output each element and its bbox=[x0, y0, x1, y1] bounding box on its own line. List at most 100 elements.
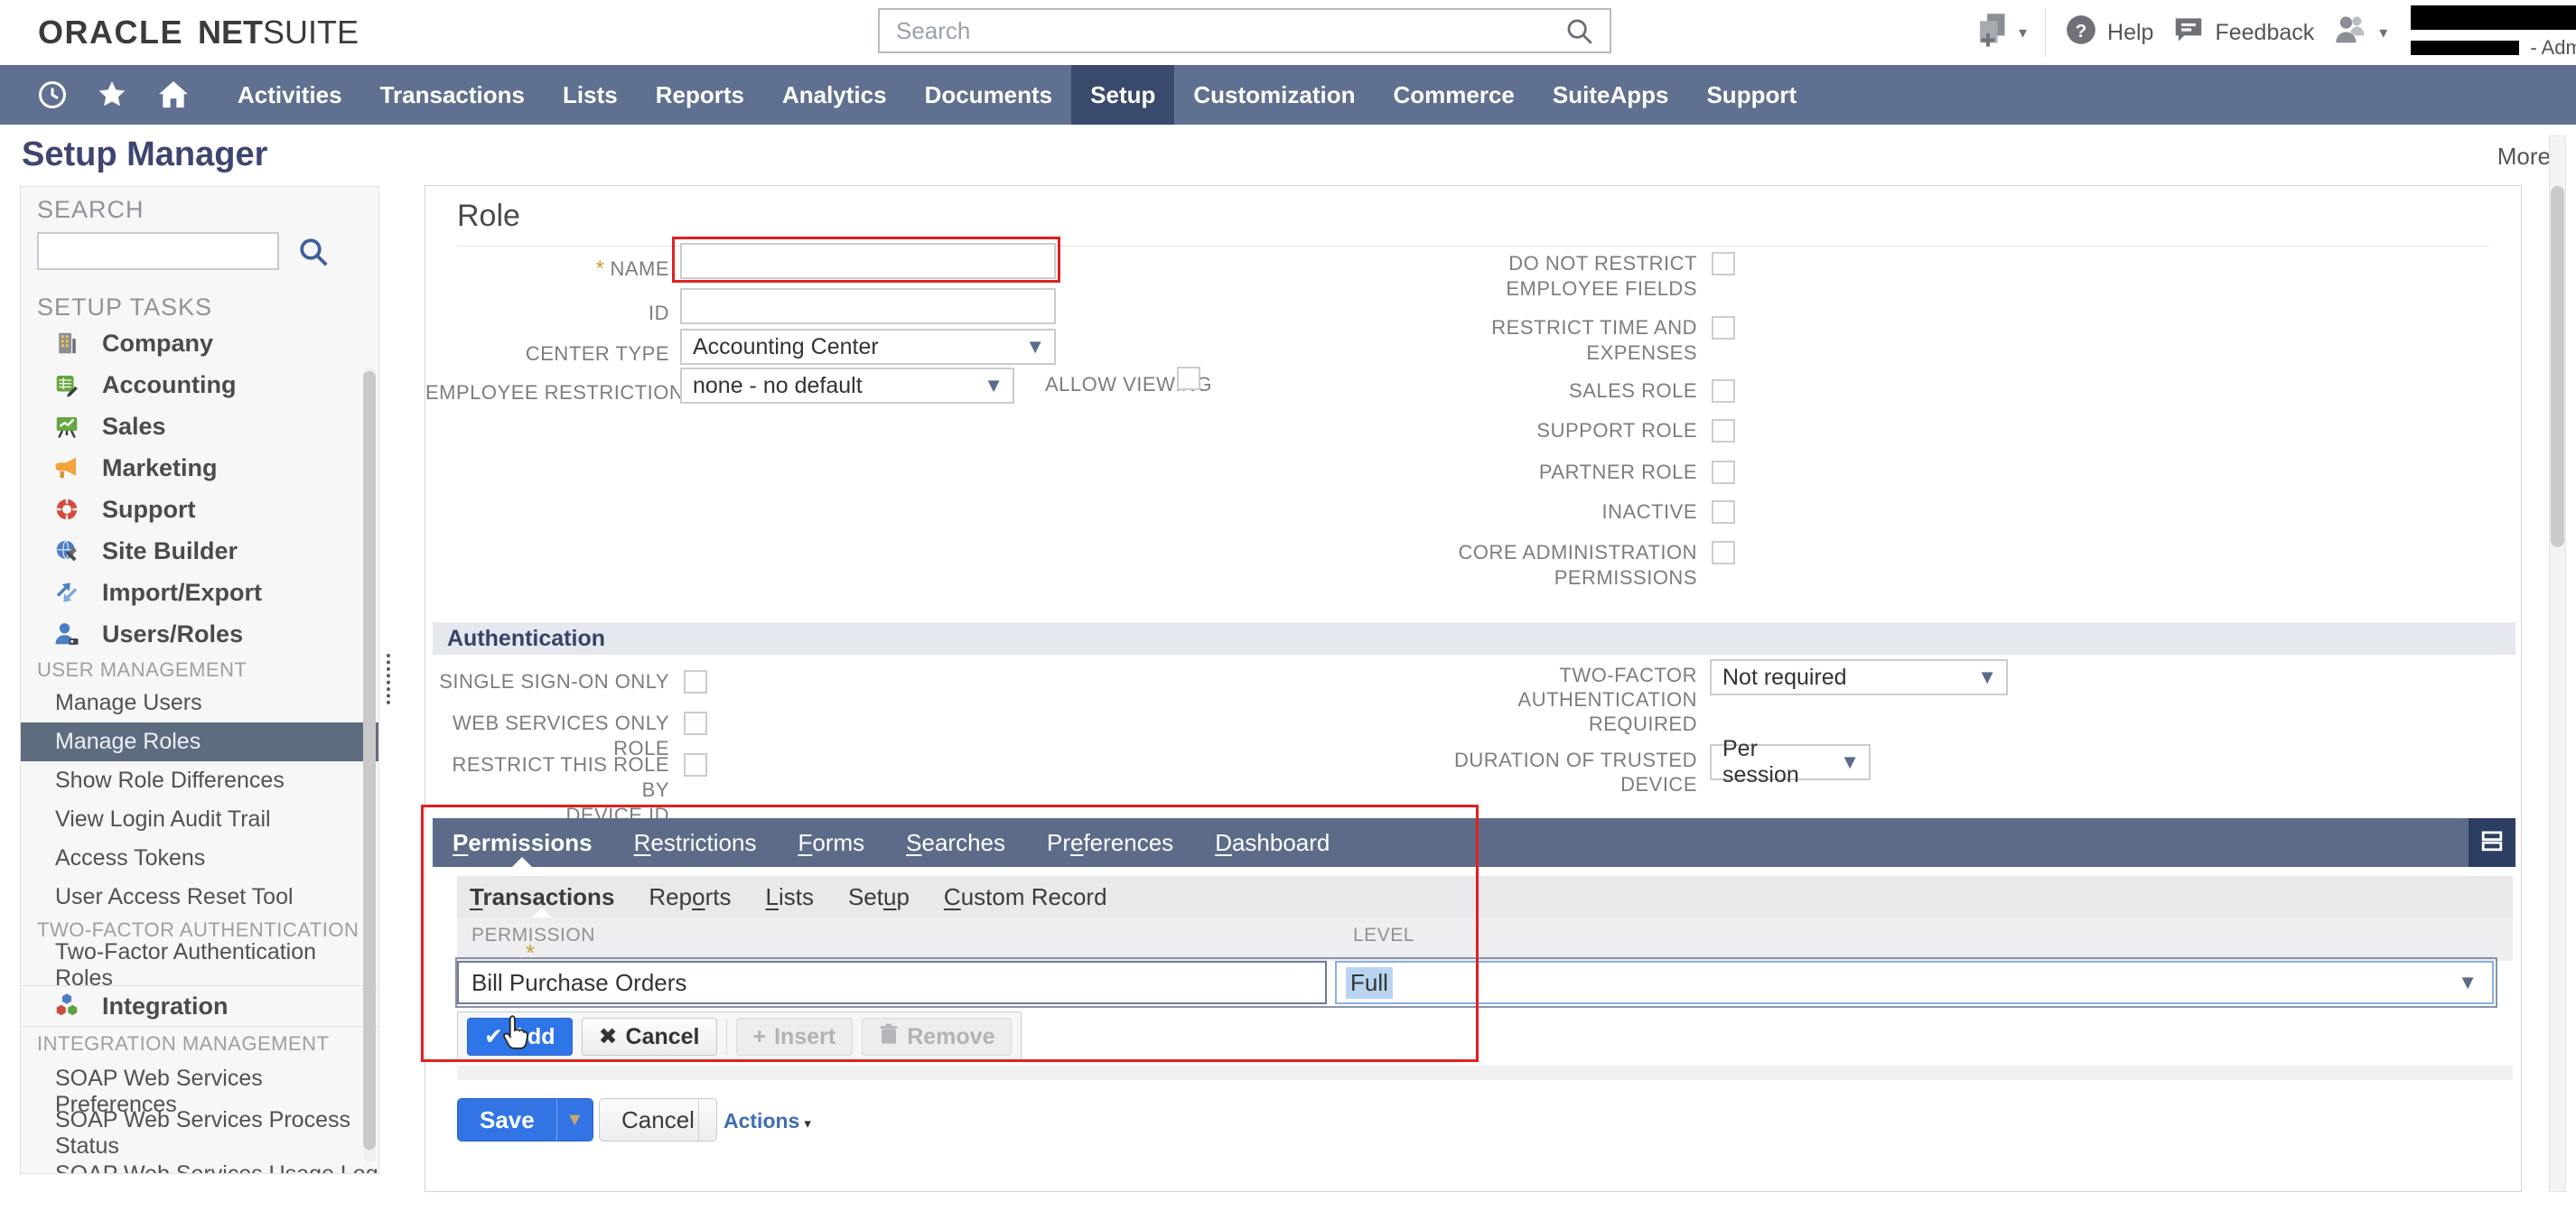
support-icon bbox=[53, 496, 80, 523]
sidebar-item-marketing[interactable]: Marketing bbox=[21, 447, 378, 489]
nav-support[interactable]: Support bbox=[1687, 65, 1815, 125]
nav-transactions[interactable]: Transactions bbox=[361, 65, 544, 125]
more-link[interactable]: More bbox=[2497, 143, 2551, 171]
create-new-menu[interactable]: ▾ bbox=[1974, 11, 2027, 55]
home-icon[interactable] bbox=[155, 77, 191, 113]
sidebar-item-sales[interactable]: Sales bbox=[21, 405, 378, 447]
sidebar-item-soap-preferences[interactable]: SOAP Web Services Preferences bbox=[21, 1072, 378, 1111]
recent-records-icon[interactable] bbox=[36, 79, 69, 111]
sidebar-item-user-access-reset-tool[interactable]: User Access Reset Tool bbox=[21, 878, 378, 917]
redacted-user-name bbox=[2411, 41, 2519, 55]
sidebar-search-icon[interactable] bbox=[297, 236, 330, 273]
integration-management-heading: INTEGRATION MANAGEMENT bbox=[37, 1032, 330, 1056]
page-scrollbar-thumb[interactable] bbox=[2551, 186, 2564, 547]
sidebar-search-input[interactable] bbox=[37, 232, 279, 270]
help-icon: ? bbox=[2064, 13, 2098, 53]
feedback-icon bbox=[2171, 13, 2206, 53]
nav-suiteapps[interactable]: SuiteApps bbox=[1534, 65, 1688, 125]
sidebar-item-import-export[interactable]: Import/Export bbox=[21, 572, 378, 613]
sidebar-search-heading: SEARCH bbox=[37, 196, 145, 224]
partner-role-row: PARTNER ROLE bbox=[425, 460, 1735, 485]
core-administration-permissions-checkbox[interactable] bbox=[1712, 541, 1735, 564]
logo-net-text: NET bbox=[198, 14, 263, 51]
support-role-checkbox[interactable] bbox=[1712, 419, 1735, 443]
sidebar-resize-handle[interactable] bbox=[387, 654, 390, 704]
svg-text:?: ? bbox=[2076, 20, 2087, 41]
sidebar-item-two-factor-roles[interactable]: Two-Factor Authentication Roles bbox=[21, 946, 378, 984]
nav-setup[interactable]: Setup bbox=[1071, 65, 1174, 125]
sidebar-item-soap-usage-log[interactable]: SOAP Web Services Usage Log bbox=[21, 1155, 378, 1174]
core-admin-row: CORE ADMINISTRATIONPERMISSIONS bbox=[425, 540, 1735, 591]
authentication-section-header: Authentication bbox=[433, 622, 2515, 655]
user-identity-block: - Administrator bbox=[2411, 5, 2576, 60]
inactive-checkbox[interactable] bbox=[1712, 500, 1735, 524]
sidebar-item-accounting[interactable]: Accounting bbox=[21, 364, 378, 405]
save-split-button[interactable]: Save ▼ bbox=[457, 1098, 593, 1141]
two-factor-required-label: TWO-FACTOR AUTHENTICATION REQUIRED bbox=[425, 663, 1697, 736]
sidebar-item-soap-process-status[interactable]: SOAP Web Services Process Status bbox=[21, 1114, 378, 1152]
sidebar-item-view-login-audit-trail[interactable]: View Login Audit Trail bbox=[21, 800, 378, 839]
chevron-down-icon: ▾ bbox=[2019, 23, 2027, 42]
two-factor-required-select[interactable]: Not required▼ bbox=[1710, 659, 2008, 695]
help-label: Help bbox=[2107, 20, 2153, 46]
sidebar-scrollbar[interactable] bbox=[363, 368, 376, 1162]
record-title: Role bbox=[457, 199, 520, 234]
sidebar-item-manage-roles[interactable]: Manage Roles bbox=[21, 722, 378, 761]
redacted-account-name bbox=[2411, 5, 2576, 30]
actions-menu[interactable]: Actions▾ bbox=[723, 1109, 811, 1133]
feedback-button[interactable]: Feedback bbox=[2171, 13, 2314, 53]
user-roles-menu[interactable]: ▾ bbox=[2332, 13, 2387, 53]
cancel-button[interactable]: Cancel bbox=[599, 1098, 717, 1141]
add-page-icon bbox=[1974, 11, 2010, 55]
page-title: Setup Manager bbox=[22, 135, 267, 174]
favorites-star-icon[interactable] bbox=[96, 79, 128, 111]
site-builder-icon bbox=[53, 537, 80, 564]
annotation-rect-name-field bbox=[672, 237, 1060, 283]
nav-lists[interactable]: Lists bbox=[544, 65, 637, 125]
search-icon[interactable] bbox=[1564, 16, 1595, 51]
sidebar-item-show-role-differences[interactable]: Show Role Differences bbox=[21, 761, 378, 800]
sidebar-item-manage-users[interactable]: Manage Users bbox=[21, 684, 378, 722]
empty-sublist-row bbox=[457, 1066, 2513, 1080]
restrict-time-and-expenses-checkbox[interactable] bbox=[1712, 316, 1735, 340]
nav-commerce[interactable]: Commerce bbox=[1374, 65, 1533, 125]
help-button[interactable]: ? Help bbox=[2064, 13, 2153, 53]
logo-suite-text: SUITE bbox=[263, 14, 359, 51]
nav-activities[interactable]: Activities bbox=[219, 65, 361, 125]
do-not-restrict-employee-fields-checkbox[interactable] bbox=[1712, 252, 1735, 275]
sales-role-row: SALES ROLE bbox=[425, 378, 1735, 404]
chevron-down-icon: ▼ bbox=[2458, 971, 2478, 994]
import-export-icon bbox=[53, 579, 80, 606]
save-menu-caret[interactable]: ▼ bbox=[556, 1099, 593, 1141]
nav-analytics[interactable]: Analytics bbox=[763, 65, 906, 125]
sidebar-item-integration[interactable]: Integration bbox=[21, 985, 378, 1027]
support-role-row: SUPPORT ROLE bbox=[425, 418, 1735, 443]
nav-customization[interactable]: Customization bbox=[1174, 65, 1374, 125]
sidebar-item-access-tokens[interactable]: Access Tokens bbox=[21, 839, 378, 878]
sidebar-item-support[interactable]: Support bbox=[21, 489, 378, 530]
page-scrollbar[interactable] bbox=[2549, 135, 2566, 1192]
sidebar-tasks-heading: SETUP TASKS bbox=[37, 294, 212, 321]
duration-trusted-device-select[interactable]: Per session▼ bbox=[1710, 744, 1871, 780]
save-button[interactable]: Save bbox=[458, 1099, 556, 1141]
sales-role-checkbox[interactable] bbox=[1712, 379, 1735, 403]
list-view-toggle-button[interactable] bbox=[2469, 818, 2515, 867]
marketing-icon bbox=[53, 454, 80, 481]
annotation-rect-permissions bbox=[421, 805, 1479, 1062]
partner-role-checkbox[interactable] bbox=[1712, 461, 1735, 484]
level-select[interactable]: Full ▼ bbox=[1335, 961, 2494, 1004]
nav-documents[interactable]: Documents bbox=[906, 65, 1072, 125]
global-search-input[interactable] bbox=[878, 8, 1611, 53]
accounting-icon bbox=[53, 371, 80, 398]
chevron-down-icon: ▼ bbox=[1977, 666, 1997, 689]
footer-divider bbox=[698, 1101, 699, 1141]
sidebar-scrollbar-thumb[interactable] bbox=[363, 371, 376, 1150]
sidebar-item-company[interactable]: Company bbox=[21, 322, 378, 364]
setup-sidebar: SEARCH SETUP TASKS Company Accounting Sa… bbox=[20, 186, 379, 1174]
integration-icon bbox=[53, 992, 80, 1020]
nav-reports[interactable]: Reports bbox=[637, 65, 763, 125]
sidebar-item-site-builder[interactable]: Site Builder bbox=[21, 530, 378, 572]
user-role-label: - Administrator bbox=[2530, 36, 2576, 60]
sidebar-item-users-roles[interactable]: Users/Roles bbox=[21, 613, 378, 655]
users-roles-icon bbox=[53, 620, 80, 648]
